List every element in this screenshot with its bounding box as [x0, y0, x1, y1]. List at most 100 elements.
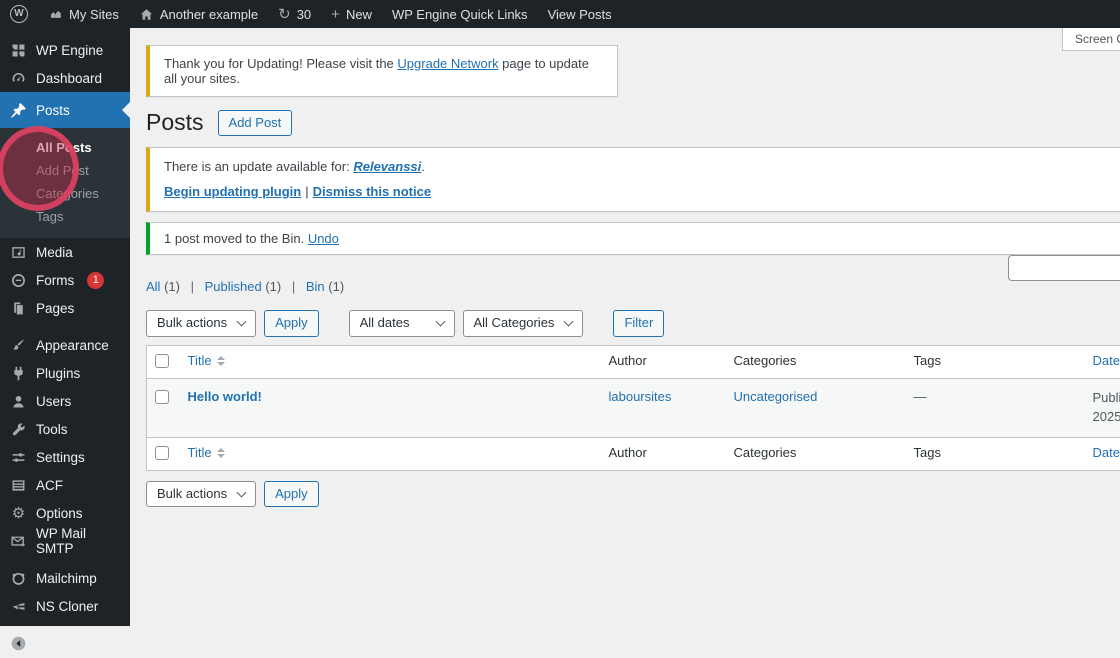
sidebar-item-ns-cloner[interactable]: NS Cloner [0, 592, 130, 620]
sidebar-item-forms[interactable]: Forms 1 [0, 266, 130, 294]
notice-text: Thank you for Updating! Please visit the [164, 56, 397, 71]
post-author-link[interactable]: laboursites [609, 389, 672, 404]
chevron-down-icon [237, 317, 247, 327]
dates-filter-select[interactable]: All dates [349, 310, 455, 337]
user-icon [10, 393, 27, 410]
post-tags-value: — [914, 389, 927, 404]
my-sites-menu[interactable]: My Sites [38, 0, 129, 28]
update-icon: ↻ [278, 7, 291, 22]
bin-notice: 1 post moved to the Bin. Undo [146, 222, 1120, 255]
bulk-actions-select[interactable]: Bulk actions [146, 310, 256, 337]
sidebar-item-appearance[interactable]: Appearance [0, 331, 130, 359]
upgrade-network-link[interactable]: Upgrade Network [397, 56, 498, 71]
relevanssi-link[interactable]: Relevanssi [353, 159, 421, 174]
view-all-link[interactable]: All [146, 279, 160, 294]
row-checkbox[interactable] [155, 390, 169, 404]
apply-button[interactable]: Apply [264, 481, 319, 507]
submenu-categories[interactable]: Categories [0, 182, 130, 205]
sort-arrows-icon [217, 448, 225, 458]
submenu-add-post[interactable]: Add Post [0, 159, 130, 182]
screen-options-tab[interactable]: Screen Options [1062, 28, 1120, 51]
sidebar-item-settings[interactable]: Settings [0, 443, 130, 471]
table-header-row: Title Author Categories Tags Date [147, 345, 1120, 378]
bulk-actions-value: Bulk actions [157, 486, 227, 501]
undo-link[interactable]: Undo [308, 231, 339, 246]
bulk-actions-select[interactable]: Bulk actions [146, 481, 256, 508]
sidebar-item-label: NS Cloner [36, 599, 98, 614]
post-title-link[interactable]: Hello world! [188, 389, 262, 404]
acf-icon [10, 477, 27, 494]
sidebar-item-label: Tools [36, 422, 68, 437]
plug-icon [10, 365, 27, 382]
view-posts-link[interactable]: View Posts [538, 0, 622, 28]
page-title: Posts [146, 109, 204, 137]
sort-by-date-header[interactable]: Date [1093, 353, 1120, 368]
filter-button[interactable]: Filter [613, 310, 664, 336]
sidebar-item-label: ACF [36, 478, 63, 493]
sort-by-date-header[interactable]: Date [1093, 445, 1120, 460]
sidebar-item-wp-mail-smtp[interactable]: WP Mail SMTP [0, 527, 130, 555]
sidebar-item-plugins[interactable]: Plugins [0, 359, 130, 387]
posts-table: Title Author Categories Tags Date Hello … [146, 345, 1120, 471]
posts-submenu: All Posts Add Post Categories Tags [0, 128, 130, 238]
post-category-link[interactable]: Uncategorised [734, 389, 818, 404]
sidebar-item-media[interactable]: Media [0, 238, 130, 266]
new-label: New [346, 7, 372, 22]
site-link[interactable]: Another example [129, 0, 268, 28]
my-sites-label: My Sites [69, 7, 119, 22]
view-bin-link[interactable]: Bin [306, 279, 325, 294]
column-header-categories: Categories [734, 445, 797, 460]
begin-updating-plugin-link[interactable]: Begin updating plugin [164, 184, 301, 199]
column-header-title: Title [188, 353, 212, 368]
sidebar-item-users[interactable]: Users [0, 387, 130, 415]
sidebar-item-acf[interactable]: ACF [0, 471, 130, 499]
search-posts-input[interactable] [1008, 255, 1120, 281]
submenu-tags[interactable]: Tags [0, 205, 130, 228]
sidebar-item-pages[interactable]: Pages [0, 294, 130, 322]
select-all-checkbox[interactable] [155, 446, 169, 460]
column-header-tags: Tags [914, 353, 941, 368]
wordpress-menu[interactable]: W [0, 0, 38, 28]
new-content-menu[interactable]: + New [321, 0, 382, 28]
admin-bar: W My Sites Another example ↻ 30 + New WP… [0, 0, 1120, 28]
sidebar-item-label: Options [36, 506, 83, 521]
sort-by-title-header[interactable]: Title [188, 445, 212, 460]
add-post-button[interactable]: Add Post [218, 110, 293, 136]
notice-text: . [421, 159, 425, 174]
sidebar-item-options[interactable]: ⚙ Options [0, 499, 130, 527]
sidebar-item-mailchimp[interactable]: Mailchimp [0, 564, 130, 592]
dashboard-icon [10, 70, 27, 87]
tablenav-bottom: Bulk actions Apply [146, 481, 1120, 508]
wp-engine-quick-links-menu[interactable]: WP Engine Quick Links [382, 0, 538, 28]
sidebar-item-posts[interactable]: Posts [0, 92, 130, 128]
pages-icon [10, 300, 27, 317]
gear-icon: ⚙ [10, 506, 27, 521]
sort-by-title-header[interactable]: Title [188, 353, 212, 368]
separator: | [191, 279, 194, 294]
select-all-checkbox[interactable] [155, 354, 169, 368]
sidebar-collapse-menu[interactable]: Collapse Menu [0, 629, 130, 657]
dismiss-notice-link[interactable]: Dismiss this notice [313, 184, 431, 199]
mail-icon [10, 533, 27, 550]
view-published-link[interactable]: Published [205, 279, 262, 294]
sliders-icon [10, 449, 27, 466]
sidebar-item-label: Posts [36, 103, 70, 118]
updates-menu[interactable]: ↻ 30 [268, 0, 321, 28]
forms-count-badge: 1 [87, 272, 104, 289]
column-header-author: Author [609, 445, 647, 460]
column-header-author: Author [609, 353, 647, 368]
chevron-down-icon [237, 488, 247, 498]
post-date-value: 2025/ [1093, 409, 1120, 424]
post-views-filter: All (1) | Published (1) | Bin (1) [146, 279, 1120, 294]
sort-arrows-icon [217, 356, 225, 366]
chevron-down-icon [564, 317, 574, 327]
sidebar-item-label: Mailchimp [36, 571, 97, 586]
sidebar-item-tools[interactable]: Tools [0, 415, 130, 443]
sidebar-item-wp-engine[interactable]: WP Engine [0, 36, 130, 64]
menu-separator [0, 555, 130, 564]
apply-button[interactable]: Apply [264, 310, 319, 336]
sidebar-item-dashboard[interactable]: Dashboard [0, 64, 130, 92]
submenu-all-posts[interactable]: All Posts [0, 136, 130, 159]
collapse-arrow-icon [10, 635, 27, 652]
categories-filter-select[interactable]: All Categories [463, 310, 584, 337]
